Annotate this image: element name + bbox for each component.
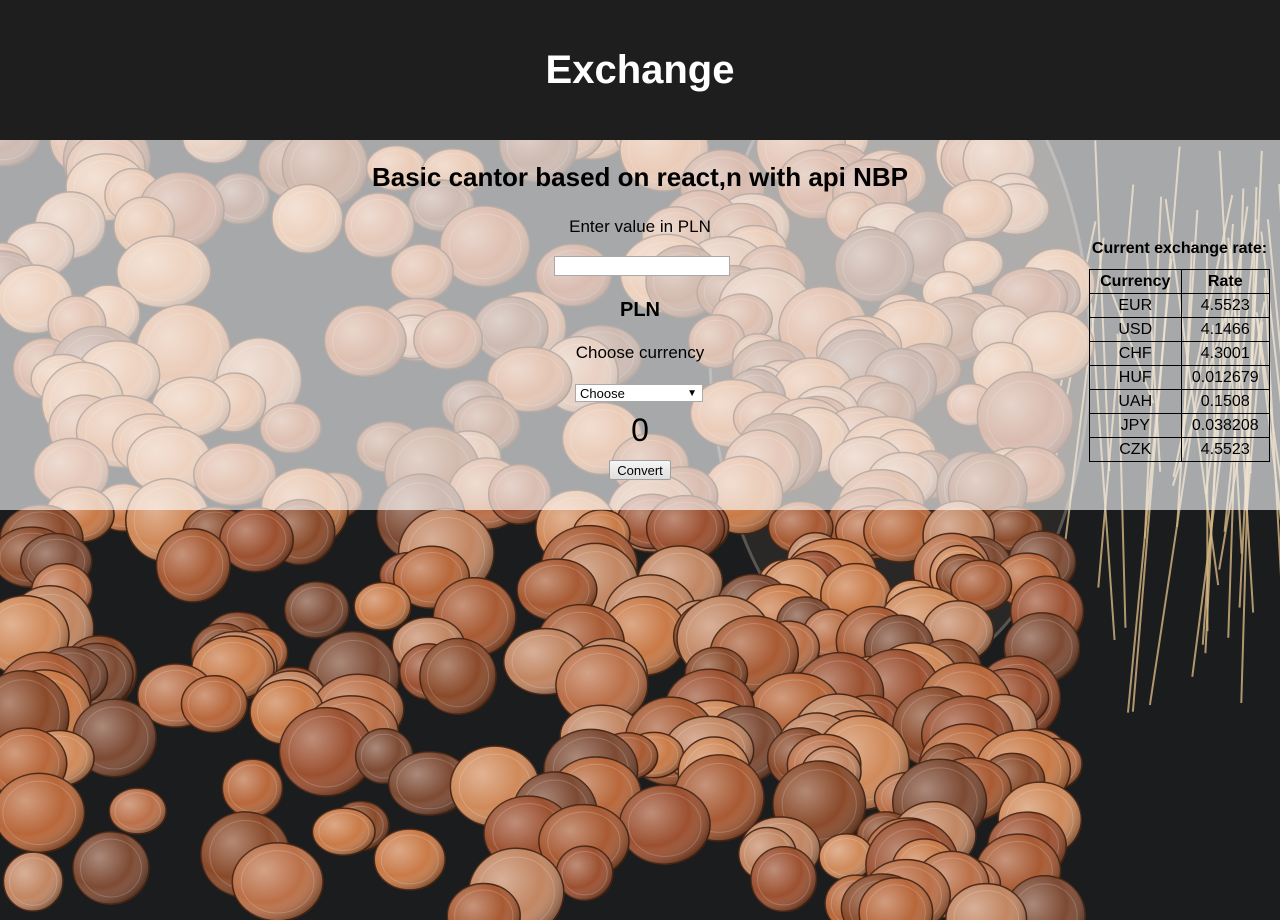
currency-cell: EUR	[1089, 293, 1182, 318]
coin	[180, 675, 248, 734]
table-row: JPY 0.038208	[1089, 413, 1270, 438]
currency-cell: CZK	[1089, 437, 1182, 462]
coin	[618, 784, 711, 865]
coin	[219, 507, 294, 573]
currency-cell: CHF	[1089, 341, 1182, 366]
choose-currency-label: Choose currency	[575, 343, 705, 362]
table-header-row: Currency Rate	[1089, 269, 1270, 294]
coin	[419, 637, 497, 716]
currency-cell: JPY	[1089, 413, 1182, 438]
coin	[818, 833, 875, 881]
conversion-result: 0	[631, 412, 649, 448]
rate-cell: 4.1466	[1180, 317, 1270, 342]
column-header-currency: Currency	[1089, 269, 1182, 294]
coin	[353, 581, 412, 631]
rate-cell: 0.038208	[1180, 413, 1270, 438]
currency-select-value: Choose	[580, 386, 625, 401]
app-header: Exchange	[0, 0, 1280, 140]
table-row: UAH 0.1508	[1089, 389, 1270, 414]
rate-cell: 4.5523	[1180, 437, 1270, 462]
coin	[750, 846, 818, 913]
page-title: Exchange	[545, 47, 735, 92]
currency-cell: UAH	[1089, 389, 1182, 414]
coin	[0, 772, 86, 854]
exchange-rates-title: Current exchange rate:	[1091, 240, 1268, 257]
exchange-rates-panel: Current exchange rate: Currency Rate EUR…	[1089, 240, 1270, 462]
coin	[283, 581, 350, 639]
coin	[221, 758, 284, 818]
rate-cell: 4.5523	[1180, 293, 1270, 318]
coin	[155, 528, 231, 603]
convert-button[interactable]: Convert	[609, 460, 671, 480]
enter-value-label: Enter value in PLN	[569, 217, 711, 236]
table-row: CHF 4.3001	[1089, 341, 1270, 366]
table-row: HUF 0.012679	[1089, 365, 1270, 390]
coin	[2, 851, 64, 912]
table-row: USD 4.1466	[1089, 317, 1270, 342]
coin	[555, 845, 614, 902]
table-row: CZK 4.5523	[1089, 437, 1270, 462]
currency-cell: USD	[1089, 317, 1182, 342]
rate-cell: 0.1508	[1180, 389, 1270, 414]
coin	[72, 831, 150, 905]
base-currency-label: PLN	[620, 299, 660, 321]
converter-panel: Basic cantor based on react,n with api N…	[240, 140, 1040, 510]
column-header-rate: Rate	[1180, 269, 1270, 294]
coin	[373, 828, 446, 891]
chevron-down-icon: ▼	[687, 388, 697, 399]
pln-value-input[interactable]	[554, 256, 730, 276]
currency-select[interactable]: Choose ▼	[575, 384, 703, 402]
coin	[231, 842, 324, 920]
exchange-rates-table: Currency Rate EUR 4.5523 USD 4.1466 CHF …	[1089, 269, 1270, 462]
coin	[108, 787, 167, 835]
currency-cell: HUF	[1089, 365, 1182, 390]
converter-heading: Basic cantor based on react,n with api N…	[371, 162, 909, 192]
rate-cell: 4.3001	[1180, 341, 1270, 366]
coin	[311, 807, 376, 856]
rate-cell: 0.012679	[1180, 365, 1270, 390]
table-row: EUR 4.5523	[1089, 293, 1270, 318]
